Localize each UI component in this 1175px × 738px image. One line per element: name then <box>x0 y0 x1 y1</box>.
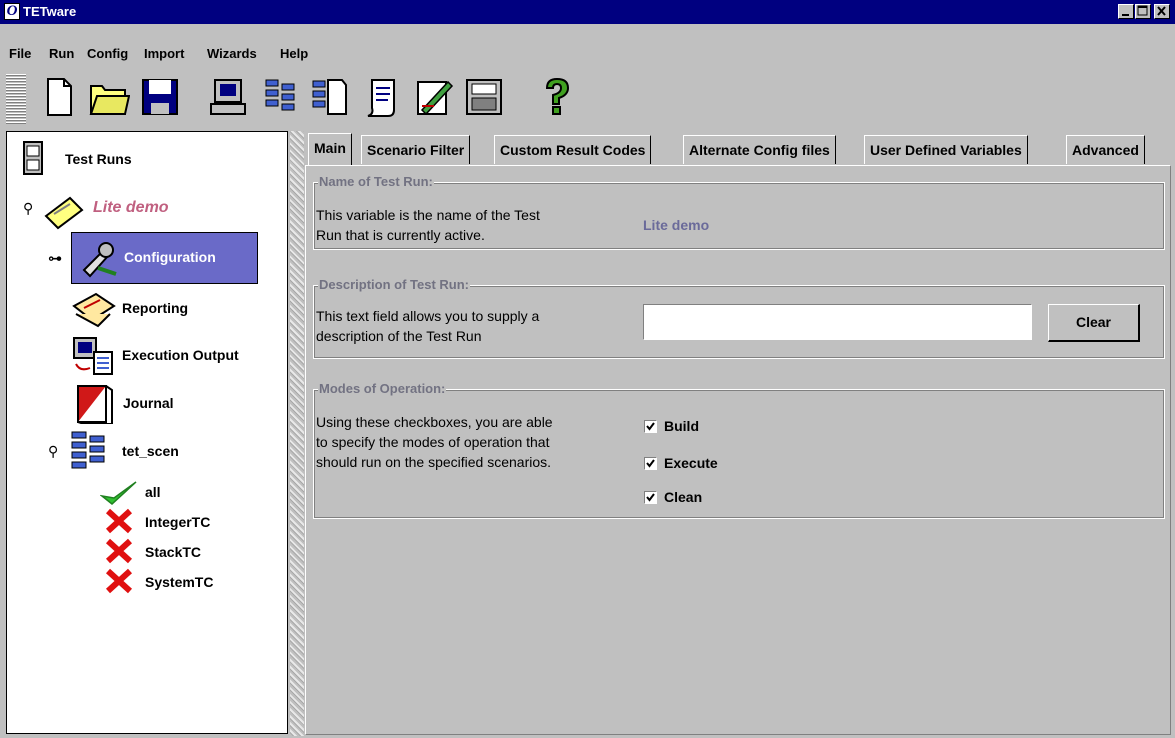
document-list-icon[interactable] <box>306 72 352 122</box>
report-scroll-icon[interactable] <box>358 72 404 122</box>
pane-splitter[interactable] <box>290 131 304 736</box>
menu-wizards[interactable]: Wizards <box>207 46 257 61</box>
tree-run-label[interactable]: Lite demo <box>93 199 169 217</box>
edit-notepad-icon[interactable] <box>410 72 456 122</box>
help-question-icon[interactable] <box>533 72 579 122</box>
tree-root-label[interactable]: Test Runs <box>65 151 132 167</box>
tree-journal-label[interactable]: Journal <box>123 395 174 411</box>
close-button[interactable] <box>1154 4 1170 19</box>
menu-import[interactable]: Import <box>144 46 184 61</box>
tree-scenario-label[interactable]: IntegerTC <box>145 514 210 530</box>
name-group-title: Name of Test Run: <box>318 174 434 189</box>
reporting-icon <box>70 290 118 333</box>
tab-alternate-config-files[interactable]: Alternate Config files <box>683 135 836 164</box>
menu-file[interactable]: File <box>9 46 31 61</box>
title-bar: O TETware <box>0 0 1175 24</box>
checkmark-icon <box>646 459 655 468</box>
checkmark-icon <box>646 422 655 431</box>
expand-handle-icon[interactable]: ⚲ <box>23 200 33 217</box>
expand-handle-icon[interactable]: ⚲ <box>48 443 58 460</box>
execution-output-icon <box>70 336 118 379</box>
tab-user-defined-variables[interactable]: User Defined Variables <box>864 135 1028 164</box>
description-help-line: This text field allows you to supply a <box>316 308 540 324</box>
tab-advanced[interactable]: Advanced <box>1066 135 1145 164</box>
check-icon <box>99 480 138 509</box>
build-checkbox-label[interactable]: Build <box>664 418 699 434</box>
save-disk-icon[interactable] <box>136 72 182 122</box>
window-title: TETware <box>23 4 77 19</box>
build-checkbox[interactable] <box>644 420 657 433</box>
menu-help[interactable]: Help <box>280 46 308 61</box>
modes-help-line: Using these checkboxes, you are able <box>316 414 553 430</box>
wrench-icon <box>78 238 120 281</box>
cross-icon <box>105 508 135 537</box>
cross-icon <box>105 538 135 567</box>
tree-reporting-label[interactable]: Reporting <box>122 300 188 316</box>
scenario-icon[interactable] <box>258 72 304 122</box>
tab-custom-result-codes[interactable]: Custom Result Codes <box>494 135 652 164</box>
test-run-icon <box>40 190 86 235</box>
tab-scenario-filter[interactable]: Scenario Filter <box>361 135 471 164</box>
toolbar-grip[interactable] <box>6 74 26 124</box>
name-description-line: Run that is currently active. <box>316 227 485 243</box>
description-help-line: description of the Test Run <box>316 328 482 344</box>
name-description: This variable is the name of the Test Ru… <box>316 205 540 245</box>
modes-group-title: Modes of Operation: <box>318 381 447 396</box>
clean-checkbox-label[interactable]: Clean <box>664 489 702 505</box>
journal-archive-icon[interactable] <box>460 72 506 122</box>
checkmark-icon <box>646 493 655 502</box>
minimize-button[interactable] <box>1118 4 1134 19</box>
clear-button[interactable]: Clear <box>1048 304 1140 342</box>
file-cabinet-icon <box>22 140 46 181</box>
tree-execution-output-label[interactable]: Execution Output <box>122 347 239 363</box>
menu-run[interactable]: Run <box>49 46 74 61</box>
description-input[interactable] <box>643 304 1032 340</box>
journal-book-icon <box>72 382 116 427</box>
execute-checkbox-label[interactable]: Execute <box>664 455 718 471</box>
scenario-tree-icon <box>70 430 110 473</box>
menu-config[interactable]: Config <box>87 46 128 61</box>
clean-checkbox[interactable] <box>644 491 657 504</box>
description-group-title: Description of Test Run: <box>318 277 470 292</box>
toolbar <box>0 68 1175 126</box>
name-description-line: This variable is the name of the Test <box>316 207 540 223</box>
description-help-text: This text field allows you to supply a d… <box>316 306 539 346</box>
tree-scenario-label[interactable]: StackTC <box>145 544 201 560</box>
execute-checkbox[interactable] <box>644 457 657 470</box>
tree-configuration-label[interactable]: Configuration <box>124 249 216 265</box>
modes-help-line: to specify the modes of operation that <box>316 434 550 450</box>
test-run-name-value: Lite demo <box>643 217 710 233</box>
modes-help-text: Using these checkboxes, you are able to … <box>316 412 553 472</box>
cross-icon <box>105 568 135 597</box>
tree-scenario-label[interactable]: SystemTC <box>145 574 213 590</box>
modes-help-line: should run on the specified scenarios. <box>316 454 552 470</box>
app-logo-icon: O <box>4 3 20 20</box>
tree-tet-scen-label[interactable]: tet_scen <box>122 443 179 459</box>
new-document-icon[interactable] <box>34 72 80 122</box>
menu-bar: File Run Config Import Wizards Help <box>0 42 1175 64</box>
computer-icon[interactable] <box>205 72 251 122</box>
open-folder-icon[interactable] <box>84 72 130 122</box>
tree-scenario-all-label[interactable]: all <box>145 484 161 500</box>
collapse-handle-icon[interactable]: ⊶ <box>48 250 62 267</box>
tab-main[interactable]: Main <box>308 133 352 166</box>
maximize-button[interactable] <box>1135 4 1151 19</box>
